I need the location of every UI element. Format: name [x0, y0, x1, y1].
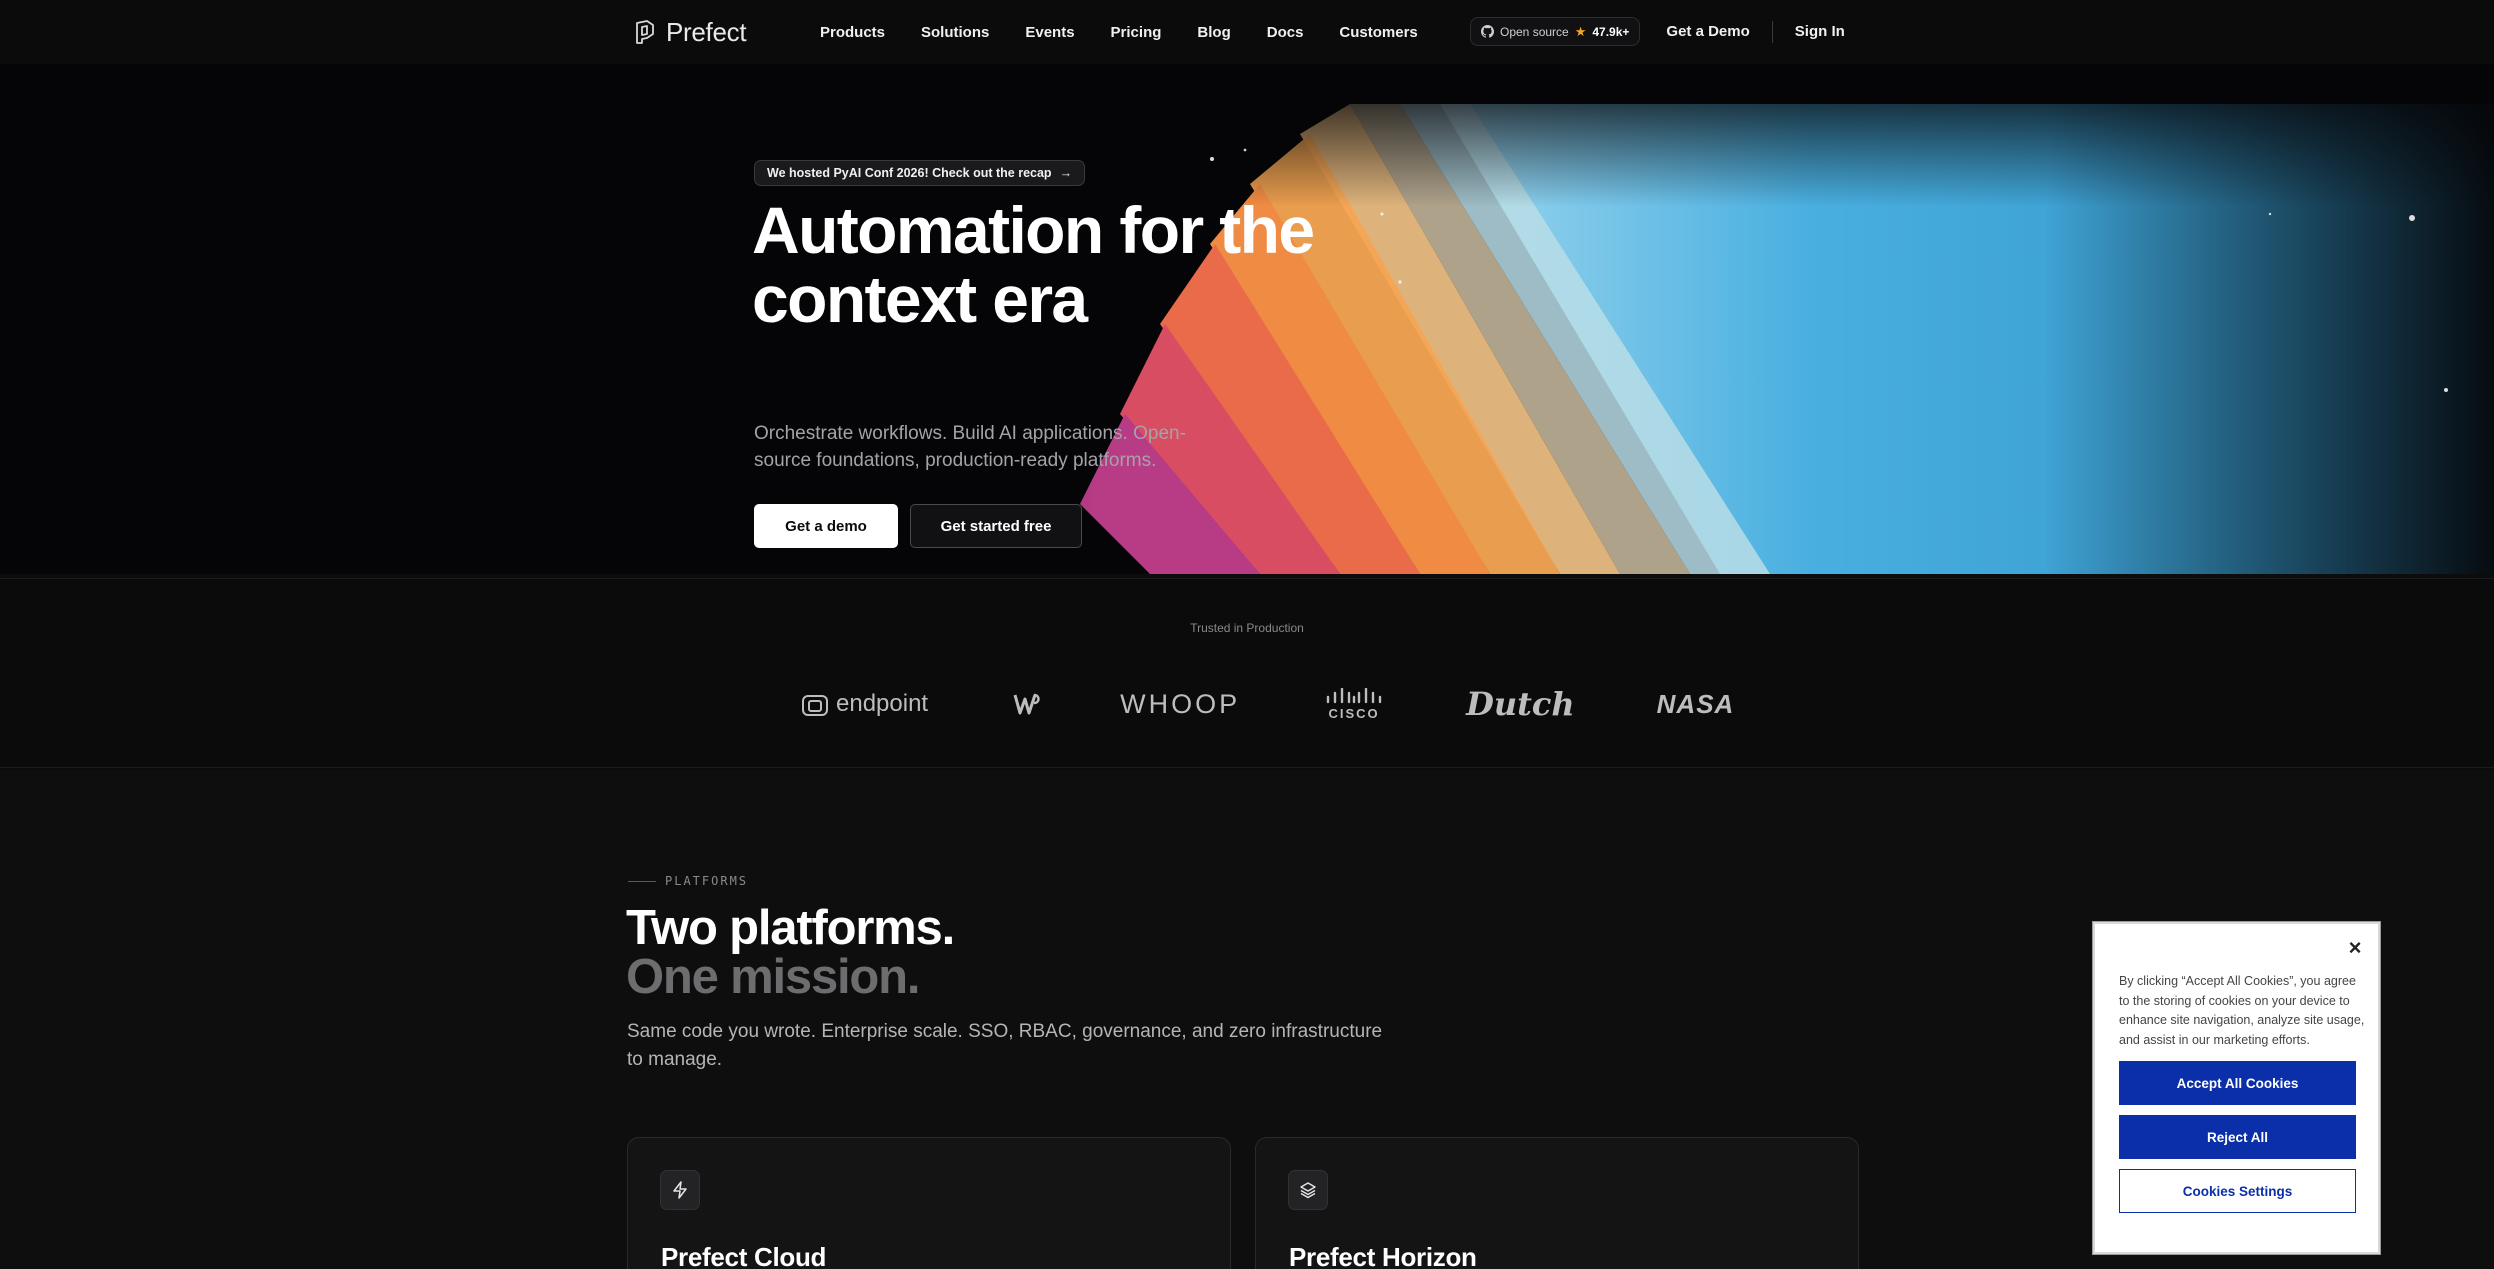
hero-section: We hosted PyAI Conf 2026! Check out the … [0, 64, 2494, 574]
trusted-label: Trusted in Production [1190, 621, 1304, 635]
card-title: Prefect Cloud [661, 1242, 827, 1269]
eyebrow-label: PLATFORMS [665, 874, 749, 888]
lightning-icon [660, 1170, 700, 1210]
platforms-title-line1: Two platforms. [626, 901, 955, 955]
star-icon: ★ [1574, 23, 1587, 39]
brand-name: Prefect [666, 16, 747, 47]
github-label: Open source [1500, 24, 1569, 39]
accept-all-cookies-button[interactable]: Accept All Cookies [2119, 1061, 2356, 1105]
cisco-bars-icon [1326, 687, 1382, 703]
card-title: Prefect Horizon [1289, 1242, 1477, 1269]
nav-links: Products Solutions Events Pricing Blog D… [820, 20, 1418, 45]
platforms-title: Two platforms. One mission. [626, 901, 955, 1004]
close-icon[interactable]: × [2344, 937, 2366, 960]
nav-link-customers[interactable]: Customers [1339, 20, 1417, 45]
arrow-right-icon: → [1059, 166, 1073, 180]
layers-icon [1288, 1170, 1328, 1210]
reject-all-button[interactable]: Reject All [2119, 1115, 2356, 1159]
get-demo-button[interactable]: Get a demo [754, 504, 898, 548]
prefect-logo[interactable]: Prefect [632, 16, 747, 48]
eyebrow-line [628, 880, 656, 882]
nav-link-docs[interactable]: Docs [1267, 20, 1304, 45]
prefect-horizon-card[interactable]: Prefect Horizon [1255, 1137, 1859, 1269]
endpoint-wordmark: endpoint [836, 690, 929, 717]
cookie-consent-banner: × By clicking “Accept All Cookies”, you … [2093, 922, 2380, 1254]
cisco-logo: CISCO [1324, 687, 1384, 721]
announcement-text: We hosted PyAI Conf 2026! Check out the … [767, 166, 1052, 180]
platforms-eyebrow: PLATFORMS [628, 874, 748, 888]
dutch-logo: Dutch [1466, 685, 1575, 723]
hero-title: Automation for the context era [752, 193, 1315, 336]
cookie-text: By clicking “Accept All Cookies”, you ag… [2119, 974, 2365, 1047]
cookies-settings-button[interactable]: Cookies Settings [2119, 1169, 2356, 1213]
nav-link-products[interactable]: Products [820, 20, 885, 45]
nasa-logo: NASA [1656, 688, 1735, 719]
nav-link-pricing[interactable]: Pricing [1111, 20, 1162, 45]
nav-get-demo-link[interactable]: Get a Demo [1666, 23, 1749, 40]
trusted-section: Trusted in Production endpoint WHOOP CIS… [0, 578, 2494, 768]
platforms-title-line2: One mission. [626, 950, 920, 1004]
nav-link-solutions[interactable]: Solutions [921, 20, 989, 45]
nationals-w-icon [1013, 693, 1040, 715]
endpoint-mark-icon [802, 695, 828, 716]
announcement-pill[interactable]: We hosted PyAI Conf 2026! Check out the … [754, 160, 1086, 186]
nav-divider [1771, 20, 1773, 43]
github-icon [1481, 25, 1494, 38]
github-stars-button[interactable]: Open source ★ 47.9k+ [1470, 17, 1641, 46]
github-star-count: 47.9k+ [1592, 24, 1630, 39]
nav-link-blog[interactable]: Blog [1197, 20, 1230, 45]
nav-actions: Open source ★ 47.9k+ Get a Demo Sign In [1470, 17, 1845, 46]
sign-in-link[interactable]: Sign In [1795, 23, 1845, 40]
get-started-free-button[interactable]: Get started free [910, 504, 1082, 548]
whoop-logo: WHOOP [1120, 688, 1241, 719]
endpoint-logo: endpoint [800, 689, 928, 719]
top-nav: Prefect Products Solutions Events Pricin… [0, 0, 2494, 64]
prefect-cloud-card[interactable]: Prefect Cloud [627, 1137, 1231, 1269]
nationals-logo-icon [1012, 689, 1042, 719]
cisco-wordmark: CISCO [1328, 705, 1380, 721]
hero-subtitle: Orchestrate workflows. Build AI applicat… [754, 423, 1186, 471]
prefect-mark-icon [636, 20, 654, 44]
customer-logos: endpoint WHOOP CISCO Dutch NASA [800, 679, 1734, 729]
platforms-subtitle: Same code you wrote. Enterprise scale. S… [627, 1021, 1383, 1070]
nav-link-events[interactable]: Events [1025, 20, 1074, 45]
